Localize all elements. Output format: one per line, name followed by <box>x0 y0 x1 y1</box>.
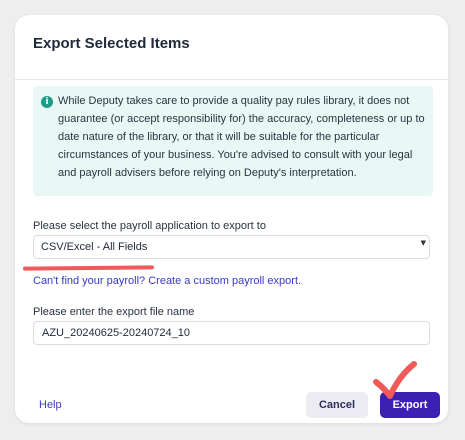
dialog-title: Export Selected Items <box>33 35 190 52</box>
payroll-select[interactable]: CSV/Excel - All Fields ▼ <box>33 235 430 259</box>
payroll-select-label: Please select the payroll application to… <box>33 220 266 232</box>
annotation-checkmark-icon <box>373 361 417 399</box>
file-name-label: Please enter the export file name <box>33 306 195 318</box>
disclaimer-notice: i While Deputy takes care to provide a q… <box>33 86 433 196</box>
dropdown-arrow-icon: ▼ <box>420 239 426 247</box>
payroll-select-value: CSV/Excel - All Fields <box>41 241 148 253</box>
cancel-button[interactable]: Cancel <box>306 392 368 418</box>
info-icon: i <box>41 96 53 108</box>
help-link[interactable]: Help <box>39 399 62 411</box>
file-name-input[interactable] <box>33 321 430 345</box>
disclaimer-text: While Deputy takes care to provide a qua… <box>58 95 425 179</box>
annotation-underline <box>22 265 155 271</box>
header-divider <box>15 79 448 80</box>
custom-payroll-link[interactable]: Can't find your payroll? Create a custom… <box>33 275 301 287</box>
export-dialog: Export Selected Items i While Deputy tak… <box>15 15 448 423</box>
